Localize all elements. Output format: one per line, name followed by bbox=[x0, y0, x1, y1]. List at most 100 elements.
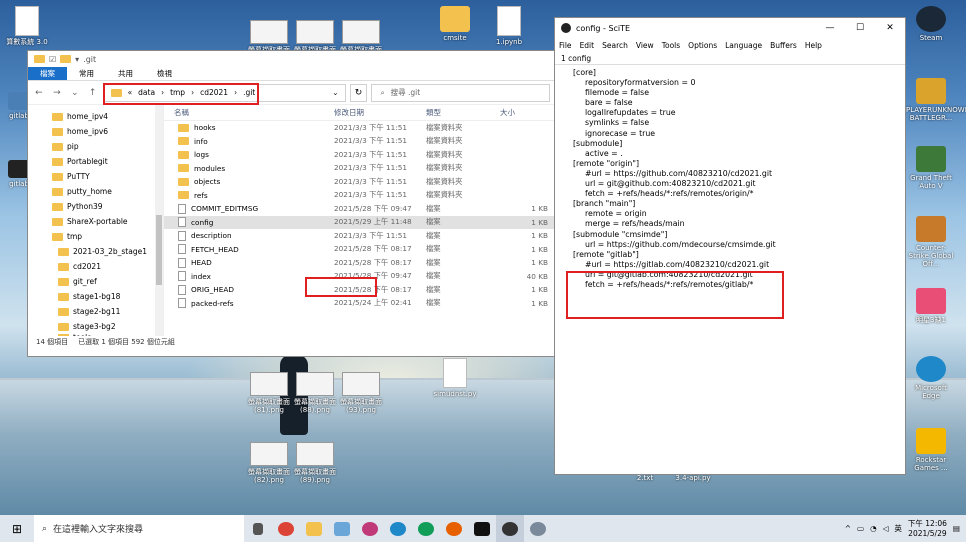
quick-access-dropdown-icon[interactable]: ▾ bbox=[75, 55, 79, 64]
file-row[interactable]: description 2021/3/3 下午 11:51 檔案 1 KB bbox=[164, 229, 554, 243]
desktop-icon[interactable]: Rockstar Games ... bbox=[906, 428, 956, 472]
column-type[interactable]: 類型 bbox=[426, 107, 500, 118]
minimize-icon[interactable]: — bbox=[815, 23, 845, 33]
tab-share[interactable]: 共用 bbox=[106, 67, 145, 80]
show-hidden-icons-icon[interactable]: ^ bbox=[845, 524, 851, 533]
menu-options[interactable]: Options bbox=[688, 41, 717, 50]
menu-help[interactable]: Help bbox=[805, 41, 822, 50]
desktop-icon[interactable]: 螢幕擷取畫面 (89).png bbox=[290, 442, 340, 484]
desktop-icon[interactable]: 螢幕擷取畫面 (82).png bbox=[244, 442, 294, 484]
file-row[interactable]: logs 2021/3/3 下午 11:51 檔案資料夾 bbox=[164, 148, 554, 162]
windows-start-icon[interactable]: ⊞ bbox=[0, 522, 34, 536]
recent-chevron-icon[interactable]: ⌄ bbox=[68, 88, 82, 98]
file-row[interactable]: HEAD 2021/5/28 下午 08:17 檔案 1 KB bbox=[164, 256, 554, 270]
file-row[interactable]: config 2021/5/29 上午 11:48 檔案 1 KB bbox=[164, 215, 554, 229]
tab-view[interactable]: 檢視 bbox=[145, 67, 184, 80]
menu-edit[interactable]: Edit bbox=[580, 41, 595, 50]
refresh-icon[interactable]: ↻ bbox=[349, 83, 368, 102]
file-row[interactable]: FETCH_HEAD 2021/5/28 下午 08:17 檔案 1 KB bbox=[164, 243, 554, 257]
clock[interactable]: 下午 12:06 2021/5/29 bbox=[908, 519, 947, 539]
file-explorer-icon[interactable] bbox=[300, 515, 328, 542]
file-row[interactable]: info 2021/3/3 下午 11:51 檔案資料夾 bbox=[164, 135, 554, 149]
menu-language[interactable]: Language bbox=[725, 41, 762, 50]
nav-item[interactable]: pip bbox=[28, 139, 163, 154]
edge-taskbar-icon[interactable] bbox=[384, 515, 412, 542]
nav-item[interactable]: ShareX-portable bbox=[28, 214, 163, 229]
desktop-icon[interactable]: 明星3缺1 bbox=[906, 288, 956, 324]
desktop-icon[interactable]: 螢幕擷取畫面 (88).png bbox=[290, 372, 340, 414]
taskbar-search-input[interactable]: ⌕ 在這裡輸入文字來搜尋 bbox=[34, 515, 244, 542]
close-icon[interactable]: ✕ bbox=[875, 23, 905, 33]
nav-item[interactable]: home_ipv4 bbox=[28, 109, 163, 124]
tab-home[interactable]: 常用 bbox=[67, 67, 106, 80]
nav-item[interactable]: 2021-03_2b_stage1 bbox=[28, 244, 163, 259]
notepad-icon[interactable] bbox=[328, 515, 356, 542]
nav-item[interactable]: Portablegit bbox=[28, 154, 163, 169]
back-arrow-icon[interactable]: ← bbox=[32, 88, 46, 98]
nav-item[interactable]: stage1-bg18 bbox=[28, 289, 163, 304]
column-name[interactable]: 名稱 bbox=[164, 107, 334, 118]
task-view-icon[interactable] bbox=[244, 515, 272, 542]
desktop-icon[interactable]: Steam bbox=[906, 6, 956, 42]
nav-item[interactable]: tools bbox=[28, 334, 163, 336]
file-row[interactable]: modules 2021/3/3 下午 11:51 檔案資料夾 bbox=[164, 162, 554, 176]
maximize-icon[interactable]: ☐ bbox=[845, 23, 875, 33]
nav-item[interactable]: stage3-bg2 bbox=[28, 319, 163, 334]
desktop-icon[interactable]: 2.txt bbox=[620, 474, 670, 482]
nav-item[interactable]: tmp bbox=[28, 229, 163, 244]
tab-file[interactable]: 檔案 bbox=[28, 67, 67, 80]
notification-icon[interactable]: ▤ bbox=[953, 524, 960, 533]
nav-item[interactable]: git_ref bbox=[28, 274, 163, 289]
editor-text-area[interactable]: [core] repositoryformatversion = 0 filemod… bbox=[555, 65, 905, 319]
nav-item[interactable]: stage2-bg11 bbox=[28, 304, 163, 319]
desktop-icon[interactable]: 1.ipynb bbox=[484, 6, 534, 46]
column-size[interactable]: 大小 bbox=[500, 107, 550, 118]
menu-search[interactable]: Search bbox=[602, 41, 628, 50]
nav-item[interactable]: cd2021 bbox=[28, 259, 163, 274]
search-input[interactable]: ⌕ 搜尋 .git bbox=[371, 83, 551, 102]
desktop-icon[interactable]: 算數系統 3.0 bbox=[2, 6, 52, 46]
file-row[interactable]: hooks 2021/3/3 下午 11:51 檔案資料夾 bbox=[164, 121, 554, 135]
chrome-icon[interactable] bbox=[272, 515, 300, 542]
nav-item[interactable]: PuTTY bbox=[28, 169, 163, 184]
chrome-icon[interactable] bbox=[412, 515, 440, 542]
up-arrow-icon[interactable]: ↑ bbox=[86, 88, 100, 98]
network-icon[interactable]: ▭ bbox=[857, 524, 864, 533]
menu-tools[interactable]: Tools bbox=[662, 41, 680, 50]
desktop-icon[interactable]: 螢幕擷取畫面 (81).png bbox=[244, 372, 294, 414]
menu-view[interactable]: View bbox=[636, 41, 654, 50]
file-row[interactable]: refs 2021/3/3 下午 11:51 檔案資料夾 bbox=[164, 189, 554, 203]
file-row[interactable]: packed-refs 2021/5/24 上午 02:41 檔案 1 KB bbox=[164, 297, 554, 311]
nav-item[interactable]: Python39 bbox=[28, 199, 163, 214]
menu-file[interactable]: File bbox=[559, 41, 572, 50]
desktop-icon[interactable]: Grand Theft Auto V bbox=[906, 146, 956, 190]
terminal-icon[interactable] bbox=[468, 515, 496, 542]
menu-buffers[interactable]: Buffers bbox=[770, 41, 797, 50]
wifi-icon[interactable]: ◔ bbox=[870, 524, 877, 533]
desktop-icon[interactable]: Microsoft Edge bbox=[906, 356, 956, 400]
scrollbar-thumb[interactable] bbox=[156, 215, 162, 285]
file-row[interactable]: objects 2021/3/3 下午 11:51 檔案資料夾 bbox=[164, 175, 554, 189]
volume-icon[interactable]: ◁ bbox=[883, 524, 889, 533]
forward-arrow-icon[interactable]: → bbox=[50, 88, 64, 98]
column-date[interactable]: 修改日期 bbox=[334, 107, 426, 118]
firefox-icon[interactable] bbox=[440, 515, 468, 542]
snipping-tool-icon[interactable] bbox=[356, 515, 384, 542]
desktop-icon[interactable]: Counter-Strike Global Off... bbox=[906, 216, 956, 268]
desktop-icon[interactable]: cmsite bbox=[430, 6, 480, 42]
nav-item[interactable]: home_ipv6 bbox=[28, 124, 163, 139]
desktop-icon[interactable]: PLAYERUNKNOWN'S BATTLEGR... bbox=[906, 78, 966, 122]
tool-icon[interactable] bbox=[524, 515, 552, 542]
tab-config[interactable]: 1 config bbox=[561, 54, 591, 63]
scite-taskbar-icon[interactable] bbox=[496, 515, 524, 542]
desktop-icon[interactable]: 3.4-api.py bbox=[668, 474, 718, 482]
file-row[interactable]: COMMIT_EDITMSG 2021/5/28 下午 09:47 檔案 1 KB bbox=[164, 202, 554, 216]
desktop-icon[interactable]: simudnst.py bbox=[430, 358, 480, 398]
address-bar[interactable]: « data › tmp › cd2021 › .git ⌄ bbox=[102, 82, 346, 105]
nav-item[interactable]: putty_home bbox=[28, 184, 163, 199]
desktop-icon[interactable]: 螢幕擷取畫面 (93).png bbox=[336, 372, 386, 414]
checkbox-icon[interactable]: ☑ bbox=[49, 55, 56, 64]
ime-indicator[interactable]: 英 bbox=[894, 523, 902, 534]
nav-scrollbar[interactable] bbox=[155, 105, 163, 336]
address-dropdown-icon[interactable]: ⌄ bbox=[332, 88, 338, 97]
